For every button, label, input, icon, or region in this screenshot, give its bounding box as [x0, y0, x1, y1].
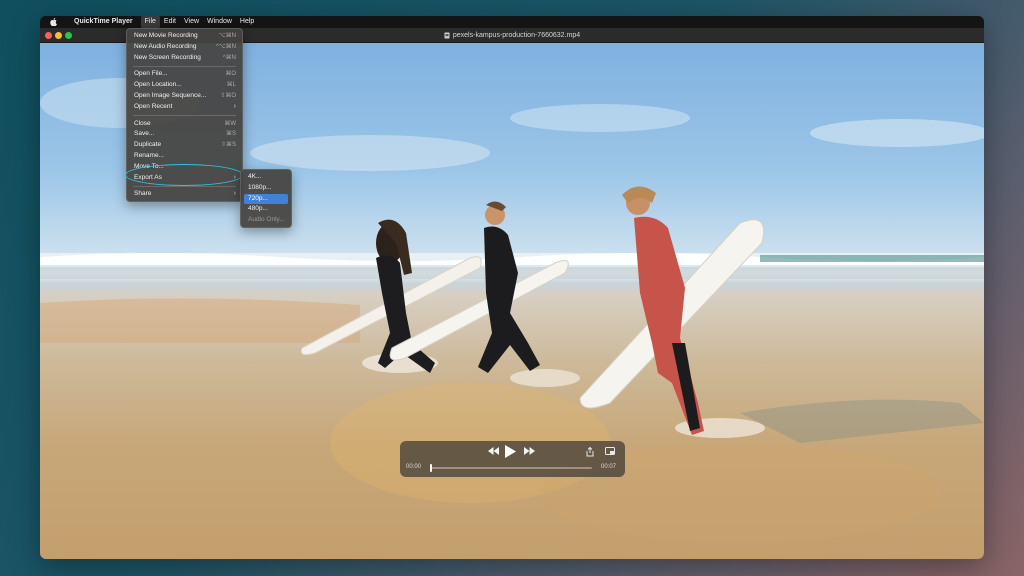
menu-view[interactable]: View [180, 16, 203, 28]
chevron-right-icon: › [233, 102, 236, 110]
menu-item-rename[interactable]: Rename... [127, 151, 242, 162]
menu-help[interactable]: Help [236, 16, 258, 28]
menu-item-open-file[interactable]: Open File... ⌘O [127, 69, 242, 80]
scrubber-track[interactable] [430, 464, 592, 472]
menu-item-new-screen-recording[interactable]: New Screen Recording ^⌘N [127, 53, 242, 64]
play-icon[interactable] [505, 445, 519, 461]
window-title: pexels-kampus-production-7660632.mp4 [444, 32, 580, 39]
menu-separator [133, 115, 236, 117]
menu-item-close[interactable]: Close ⌘W [127, 119, 242, 130]
app-name-menu[interactable]: QuickTime Player [70, 16, 137, 28]
menu-item-open-recent[interactable]: Open Recent › [127, 102, 242, 113]
submenu-item-4k[interactable]: 4K... [241, 172, 291, 183]
chevron-right-icon: › [233, 173, 236, 181]
movie-file-icon [444, 32, 450, 38]
menu-item-new-movie-recording[interactable]: New Movie Recording ⌥⌘N [127, 31, 242, 42]
menu-separator [133, 65, 236, 67]
menu-file[interactable]: File [140, 16, 160, 28]
chevron-right-icon: › [233, 190, 236, 198]
desktop-screen: QuickTime Player File Edit View Window H… [40, 16, 984, 559]
menu-edit[interactable]: Edit [160, 16, 180, 28]
menu-item-share[interactable]: Share › [127, 189, 242, 200]
picture-in-picture-icon[interactable] [605, 447, 617, 458]
minimize-window-button[interactable] [55, 32, 62, 39]
window-title-text: pexels-kampus-production-7660632.mp4 [452, 31, 581, 39]
menu-item-new-audio-recording[interactable]: New Audio Recording ^⌥⌘N [127, 42, 242, 53]
submenu-item-1080p[interactable]: 1080p... [241, 183, 291, 194]
menu-bar: QuickTime Player File Edit View Window H… [40, 16, 984, 28]
current-time: 00:00 [406, 464, 422, 470]
file-menu-dropdown: New Movie Recording ⌥⌘N New Audio Recordi… [126, 28, 243, 202]
menu-separator [133, 185, 236, 187]
rewind-icon[interactable] [488, 447, 500, 459]
menu-item-export-as[interactable]: Export As › [127, 173, 242, 184]
submenu-item-720p[interactable]: 720p... [244, 193, 288, 205]
playback-controls[interactable]: 00:00 00:07 [400, 441, 625, 477]
close-window-button[interactable] [45, 32, 52, 39]
zoom-window-button[interactable] [65, 32, 72, 39]
scrubber-playhead[interactable] [430, 464, 432, 472]
export-as-submenu: 4K... 1080p... 720p... 480p... Audio Onl… [240, 169, 292, 228]
apple-logo-icon[interactable] [50, 18, 62, 26]
menu-item-open-location[interactable]: Open Location... ⌘L [127, 80, 242, 91]
menu-window[interactable]: Window [203, 16, 236, 28]
menu-item-move-to[interactable]: Move To... [127, 162, 242, 173]
share-icon[interactable] [586, 447, 596, 458]
menu-item-open-image-sequence[interactable]: Open Image Sequence... ⇧⌘O [127, 91, 242, 102]
menu-item-save[interactable]: Save... ⌘S [127, 129, 242, 140]
menu-item-duplicate[interactable]: Duplicate ⇧⌘S [127, 140, 242, 151]
fast-forward-icon[interactable] [524, 447, 536, 459]
submenu-item-480p[interactable]: 480p... [241, 204, 291, 215]
duration-time: 00:07 [601, 464, 617, 470]
submenu-item-audio-only: Audio Only... [248, 216, 285, 224]
